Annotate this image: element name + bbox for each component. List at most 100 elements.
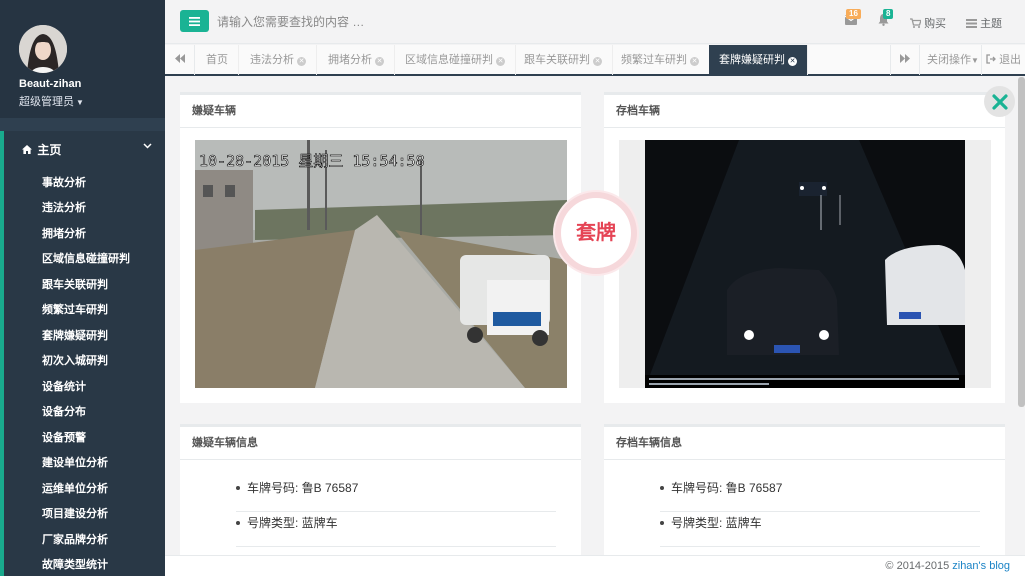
info-plate-type: 号牌类型: 蓝牌车 bbox=[236, 512, 556, 547]
profile-name: Beaut-zihan bbox=[19, 78, 82, 90]
panel-title: 存档车辆 bbox=[604, 95, 1005, 128]
close-icon[interactable]: ✕ bbox=[690, 57, 699, 66]
bullet bbox=[660, 486, 664, 490]
info-text: 号牌类型: 蓝牌车 bbox=[671, 516, 762, 530]
tab-bar: 首页 违法分析 ✕ 拥堵分析 ✕ 区域信息碰撞研判 ✕ 跟车关联研判 ✕ 频繁过车研判 ✕… bbox=[165, 45, 1025, 76]
close-icon bbox=[991, 94, 1008, 110]
archive-vehicle-photo-frame bbox=[619, 140, 991, 388]
footer: © 2014-2015 zihan's blog bbox=[165, 555, 1025, 576]
close-icon[interactable]: ✕ bbox=[297, 57, 306, 66]
sidebar-item-violation[interactable]: 违法分析 bbox=[42, 199, 86, 215]
sidebar-item-region-collision[interactable]: 区域信息碰撞研判 bbox=[42, 250, 130, 266]
archive-vehicle-photo[interactable] bbox=[619, 140, 991, 388]
panel-title: 嫌疑车辆 bbox=[180, 95, 581, 128]
buy-label: 购买 bbox=[924, 18, 947, 30]
caret-down-icon: ▼ bbox=[76, 98, 84, 107]
close-operations-label: 关闭操作 bbox=[927, 54, 971, 66]
topbar: 16 8 购买 主题 bbox=[165, 0, 1025, 44]
tab-home[interactable]: 首页 bbox=[196, 45, 239, 75]
sidebar-item-brand-analysis[interactable]: 厂家品牌分析 bbox=[42, 531, 108, 547]
sidebar-item-builder-analysis[interactable]: 建设单位分析 bbox=[42, 454, 108, 470]
bullet bbox=[236, 521, 240, 525]
archive-info-panel: 存档车辆信息 车牌号码: 鲁B 76587 号牌类型: 蓝牌车 bbox=[604, 424, 1005, 555]
tab-label: 频繁过车研判 bbox=[621, 54, 687, 66]
close-icon[interactable]: ✕ bbox=[496, 57, 505, 66]
nav-header-home[interactable]: 主页 bbox=[22, 141, 152, 157]
sidebar-item-maintainer-analysis[interactable]: 运维单位分析 bbox=[42, 480, 108, 496]
profile-role-label: 超级管理员 bbox=[19, 96, 74, 108]
tab-frequent-pass[interactable]: 频繁过车研判 ✕ bbox=[611, 45, 710, 75]
close-icon[interactable]: ✕ bbox=[375, 57, 384, 66]
sidebar-item-first-entry[interactable]: 初次入城研判 bbox=[42, 352, 108, 368]
fake-plate-stamp: 套牌 bbox=[555, 192, 637, 274]
home-icon bbox=[22, 145, 34, 157]
avatar[interactable] bbox=[19, 25, 67, 73]
info-text: 号牌类型: 蓝牌车 bbox=[247, 516, 338, 530]
tab-congestion[interactable]: 拥堵分析 ✕ bbox=[318, 45, 395, 75]
close-panel-button[interactable] bbox=[984, 86, 1015, 117]
sidebar-item-project-analysis[interactable]: 项目建设分析 bbox=[42, 505, 108, 521]
bullet bbox=[660, 521, 664, 525]
sidebar-item-device-distribution[interactable]: 设备分布 bbox=[42, 403, 86, 419]
sidebar-item-device-warning[interactable]: 设备预警 bbox=[42, 429, 86, 445]
bullet bbox=[236, 486, 240, 490]
menu-toggle-button[interactable] bbox=[180, 10, 209, 32]
blog-link[interactable]: zihan's blog bbox=[952, 560, 1010, 572]
panel-title: 存档车辆信息 bbox=[604, 427, 1005, 460]
tab-fake-plate[interactable]: 套牌嫌疑研判 ✕ bbox=[709, 45, 808, 75]
copyright-text: © 2014-2015 bbox=[885, 560, 950, 572]
suspect-vehicle-photo[interactable]: 10-28-2015 星期三 15:54:58 bbox=[195, 140, 567, 388]
logout-button[interactable]: 退出 bbox=[981, 45, 1021, 75]
logout-label: 退出 bbox=[999, 54, 1022, 66]
close-icon[interactable]: ✕ bbox=[788, 57, 797, 66]
tab-scroll-right-button[interactable] bbox=[890, 45, 920, 75]
sidebar-item-accident[interactable]: 事故分析 bbox=[42, 174, 86, 190]
nav-header-label: 主页 bbox=[37, 143, 62, 157]
info-plate-type: 号牌类型: 蓝牌车 bbox=[660, 512, 980, 547]
photo-timestamp: 10-28-2015 星期三 15:54:58 bbox=[199, 152, 425, 170]
close-operations-dropdown[interactable]: 关闭操作▼ bbox=[927, 45, 979, 75]
double-chevron-left-icon bbox=[174, 54, 185, 63]
tab-region-collision[interactable]: 区域信息碰撞研判 ✕ bbox=[395, 45, 516, 75]
info-plate-number: 车牌号码: 鲁B 76587 bbox=[236, 477, 556, 512]
sign-out-icon bbox=[986, 54, 996, 64]
theme-link[interactable]: 主题 bbox=[966, 15, 1002, 31]
info-text: 车牌号码: 鲁B 76587 bbox=[671, 481, 783, 495]
chevron-down-icon bbox=[143, 141, 152, 152]
tab-label: 区域信息碰撞研判 bbox=[405, 54, 493, 66]
caret-down-icon: ▼ bbox=[971, 56, 979, 65]
tab-label: 跟车关联研判 bbox=[524, 54, 590, 66]
archive-vehicle-panel: 存档车辆 bbox=[604, 92, 1005, 403]
sidebar-item-fault-stats[interactable]: 故障类型统计 bbox=[42, 556, 108, 572]
scrollbar[interactable] bbox=[1018, 77, 1025, 407]
suspect-info-panel: 嫌疑车辆信息 车牌号码: 鲁B 76587 号牌类型: 蓝牌车 bbox=[180, 424, 581, 555]
sidebar: Beaut-zihan 超级管理员 ▼ 主页 事故分析 违法分析 拥堵分析 区域信… bbox=[0, 0, 165, 576]
tab-label: 首页 bbox=[206, 54, 228, 66]
sidebar-item-congestion[interactable]: 拥堵分析 bbox=[42, 225, 86, 241]
sidebar-item-frequent-pass[interactable]: 频繁过车研判 bbox=[42, 301, 108, 317]
buy-link[interactable]: 购买 bbox=[910, 15, 946, 31]
tab-label: 套牌嫌疑研判 bbox=[719, 54, 785, 66]
sidebar-item-fake-plate[interactable]: 套牌嫌疑研判 bbox=[42, 327, 108, 343]
tab-follow-car[interactable]: 跟车关联研判 ✕ bbox=[514, 45, 613, 75]
cart-icon bbox=[910, 18, 922, 28]
tab-violation[interactable]: 违法分析 ✕ bbox=[240, 45, 317, 75]
sidebar-item-device-stats[interactable]: 设备统计 bbox=[42, 378, 86, 394]
search-input[interactable] bbox=[217, 12, 517, 32]
double-chevron-right-icon bbox=[900, 54, 910, 63]
suspect-vehicle-panel: 嫌疑车辆 10-28-2015 星期三 15:54:58 bbox=[180, 92, 581, 403]
sidebar-nav: 主页 事故分析 违法分析 拥堵分析 区域信息碰撞研判 跟车关联研判 频繁过车研判… bbox=[0, 131, 165, 576]
tab-label: 拥堵分析 bbox=[328, 54, 372, 66]
hamburger-icon bbox=[189, 17, 200, 26]
close-icon[interactable]: ✕ bbox=[593, 57, 602, 66]
main-content: 嫌疑车辆 10-28-2015 星期三 15:54:58 存档车辆 套牌 嫌疑车… bbox=[165, 77, 1020, 555]
mail-badge: 16 bbox=[846, 9, 861, 19]
sidebar-item-follow-car[interactable]: 跟车关联研判 bbox=[42, 276, 108, 292]
tab-scroll-left-button[interactable] bbox=[165, 45, 195, 75]
app: Beaut-zihan 超级管理员 ▼ 主页 事故分析 违法分析 拥堵分析 区域信… bbox=[0, 0, 1025, 576]
profile-role-dropdown[interactable]: 超级管理员 ▼ bbox=[19, 93, 84, 109]
list-icon bbox=[966, 19, 977, 28]
theme-label: 主题 bbox=[980, 18, 1003, 30]
tab-label: 违法分析 bbox=[250, 54, 294, 66]
info-text: 车牌号码: 鲁B 76587 bbox=[247, 481, 359, 495]
